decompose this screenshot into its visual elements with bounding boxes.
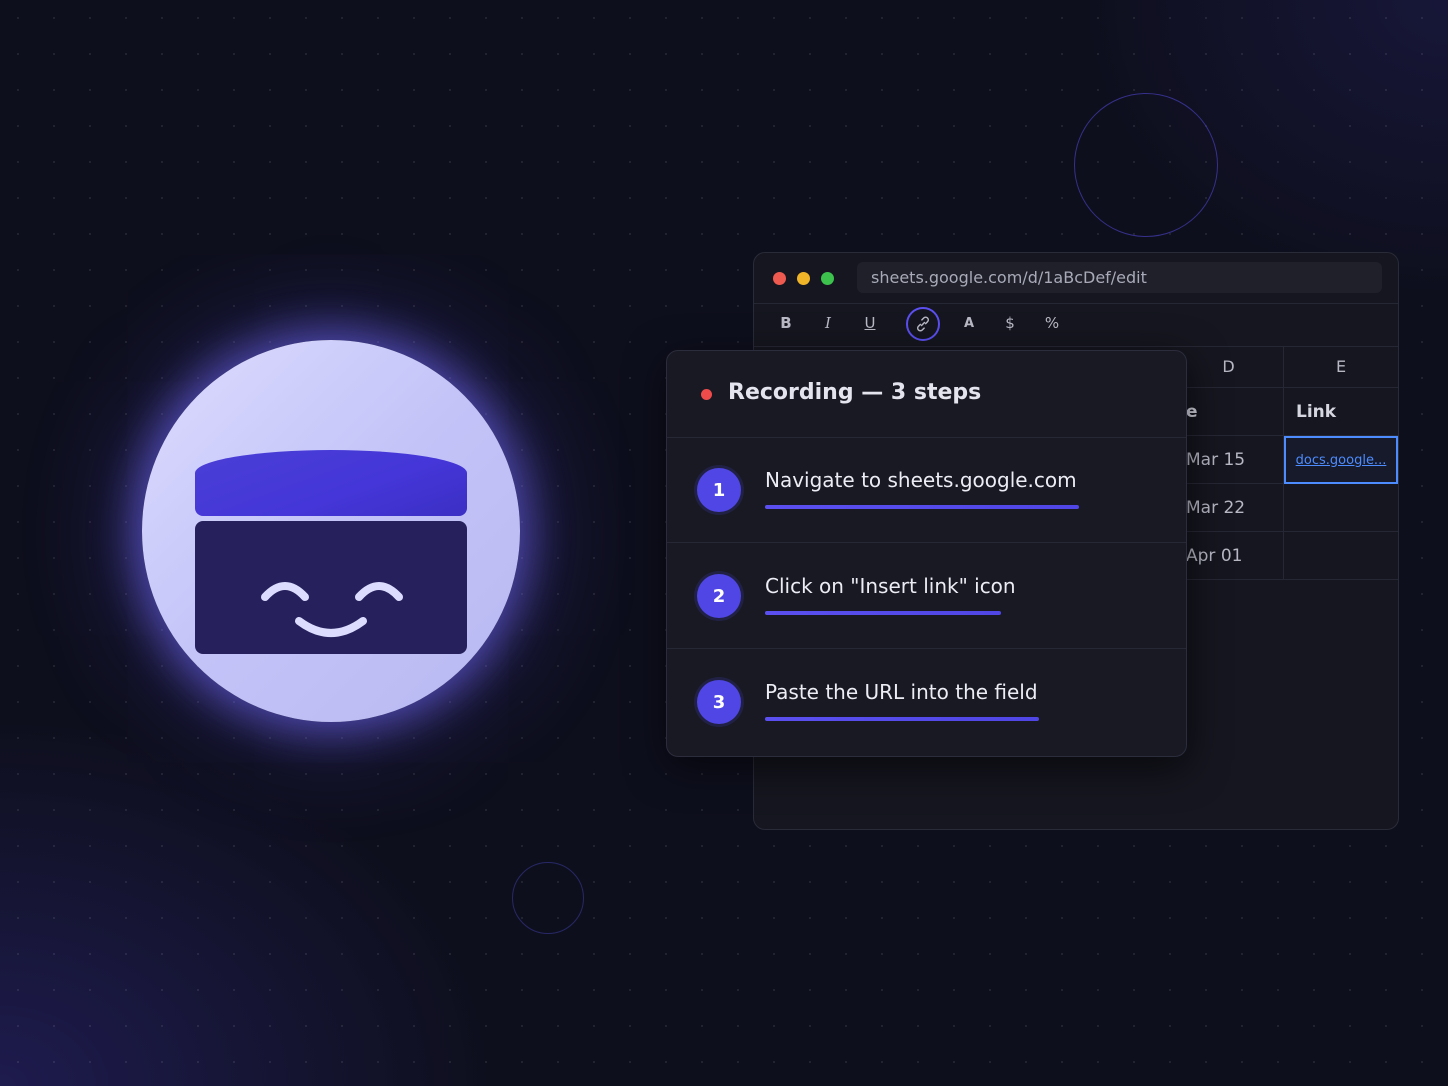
cell-e-row3[interactable] [1284,532,1398,580]
cell-e-row2[interactable] [1284,484,1398,532]
logo-lid [195,450,467,516]
cell-d-row1[interactable]: Mar 15 [1174,436,1284,484]
link-cell-selected[interactable]: docs.google... [1284,436,1398,484]
recording-panel: Recording — 3 steps 1 Navigate to sheets… [666,350,1187,757]
step-label: Paste the URL into the field [765,680,1038,704]
browser-titlebar: sheets.google.com/d/1aBcDef/edit [754,253,1398,304]
step-number-badge: 1 [697,468,741,512]
column-header-d[interactable]: D [1174,346,1284,388]
recording-indicator-icon [701,389,712,400]
percent-format-button[interactable]: % [1040,314,1064,332]
step-progress-fill [765,717,1039,721]
step-progress-fill [765,505,1079,509]
step-item[interactable]: 1 Navigate to sheets.google.com [667,438,1186,543]
close-window-button[interactable] [773,272,786,285]
app-logo [142,340,520,722]
column-header-e[interactable]: E [1284,346,1398,388]
link-icon [916,316,930,332]
step-progress-fill [765,611,1001,615]
cell-e-header[interactable]: Link [1284,388,1398,436]
step-label: Click on "Insert link" icon [765,574,1016,598]
recording-header: Recording — 3 steps [667,351,1186,438]
text-color-button[interactable]: A [957,316,981,331]
step-item[interactable]: 3 Paste the URL into the field [667,650,1186,755]
step-progress-bar [765,717,1039,721]
cell-d-row3[interactable]: Apr 01 [1174,532,1284,580]
minimize-window-button[interactable] [797,272,810,285]
address-bar[interactable]: sheets.google.com/d/1aBcDef/edit [857,262,1382,293]
cell-d-row2[interactable]: Mar 22 [1174,484,1284,532]
underline-button[interactable]: U [858,314,882,332]
cell-d-header[interactable]: e [1174,388,1284,436]
step-progress-bar [765,611,1001,615]
decorative-ring [1074,93,1218,237]
step-item[interactable]: 2 Click on "Insert link" icon [667,544,1186,649]
sheets-toolbar: B I U A $ % [754,304,1398,347]
step-progress-bar [765,505,1079,509]
recording-title: Recording — 3 steps [728,380,982,405]
bold-button[interactable]: B [774,314,798,332]
step-number-badge: 2 [697,574,741,618]
insert-link-button[interactable] [906,307,940,341]
smiley-face-icon [261,582,403,637]
maximize-window-button[interactable] [821,272,834,285]
currency-format-button[interactable]: $ [998,314,1022,332]
italic-button[interactable]: I [816,314,840,332]
decorative-ring-small [512,862,584,934]
step-number-badge: 3 [697,680,741,724]
step-label: Navigate to sheets.google.com [765,468,1077,492]
